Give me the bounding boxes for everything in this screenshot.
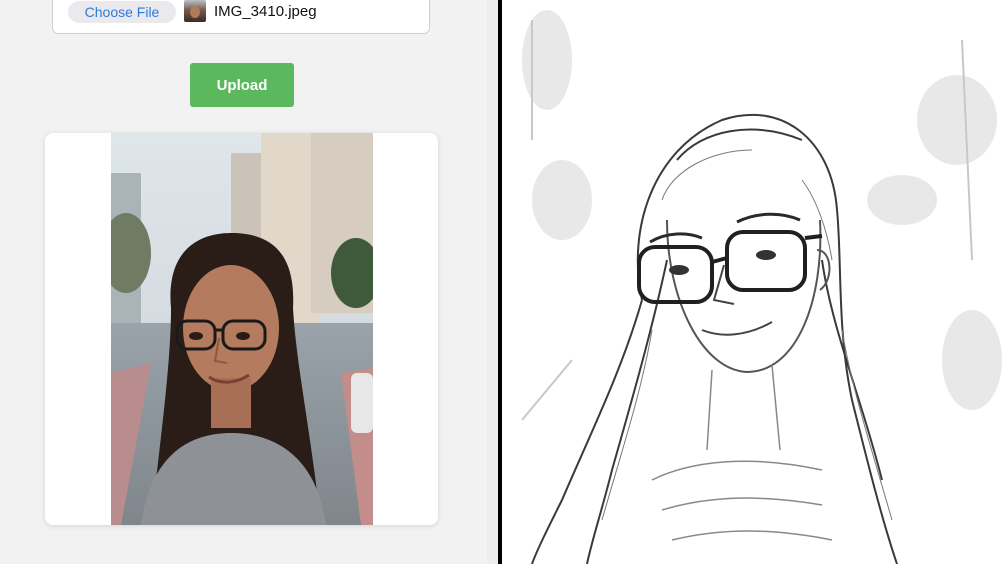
original-image-card	[45, 133, 438, 525]
upload-panel: Choose File IMG_3410.jpeg Upload	[0, 0, 487, 564]
sketch-output-image	[502, 0, 1002, 564]
selected-file-name: IMG_3410.jpeg	[214, 3, 317, 20]
original-photo	[111, 133, 373, 525]
file-input[interactable]: Choose File IMG_3410.jpeg	[52, 0, 430, 34]
image-thumbnail-icon	[184, 0, 206, 22]
choose-file-button[interactable]: Choose File	[68, 1, 176, 23]
upload-button[interactable]: Upload	[190, 63, 294, 107]
panel-gutter	[487, 0, 498, 564]
